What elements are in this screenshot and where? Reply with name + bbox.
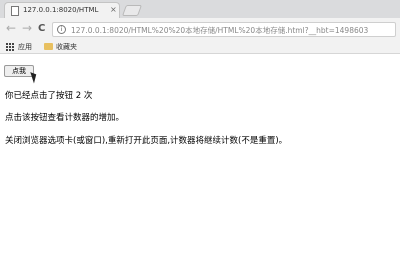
new-tab-button[interactable] xyxy=(121,5,143,16)
bookmarks-bar: 应用 收藏夹 xyxy=(0,40,400,54)
reload-icon[interactable]: C xyxy=(38,23,45,35)
bookmark-apps[interactable]: 应用 xyxy=(18,42,32,52)
page-content: 点我 你已经点击了按钮 2 次 点击该按钮查看计数器的增加。 关闭浏览器选项卡(… xyxy=(0,55,400,276)
note-text: 关闭浏览器选项卡(或窗口),重新打开此页面,计数器将继续计数(不是重置)。 xyxy=(5,136,288,146)
page-icon xyxy=(11,6,19,16)
tab-title: 127.0.0.1:8020/HTML xyxy=(23,6,99,14)
url-text[interactable]: 127.0.0.1:8020/HTML%20%20本地存储/HTML%20本地存… xyxy=(71,25,393,36)
click-count-text: 你已经点击了按钮 2 次 xyxy=(5,91,93,101)
browser-tab[interactable]: 127.0.0.1:8020/HTML × xyxy=(4,2,120,18)
browser-toolbar: ← → C i 127.0.0.1:8020/HTML%20%20本地存储/HT… xyxy=(0,18,400,40)
bookmark-favorites[interactable]: 收藏夹 xyxy=(56,42,77,52)
forward-icon[interactable]: → xyxy=(22,22,32,34)
close-tab-icon[interactable]: × xyxy=(110,5,117,14)
address-bar[interactable]: i 127.0.0.1:8020/HTML%20%20本地存储/HTML%20本… xyxy=(52,22,396,37)
browser-tab-bar: 127.0.0.1:8020/HTML × xyxy=(0,0,400,18)
hint-text: 点击该按钮查看计数器的增加。 xyxy=(5,113,125,123)
apps-icon[interactable] xyxy=(6,43,14,51)
info-icon[interactable]: i xyxy=(57,25,66,34)
mouse-cursor-icon xyxy=(30,70,39,84)
back-icon[interactable]: ← xyxy=(6,22,16,34)
folder-icon xyxy=(44,43,53,50)
